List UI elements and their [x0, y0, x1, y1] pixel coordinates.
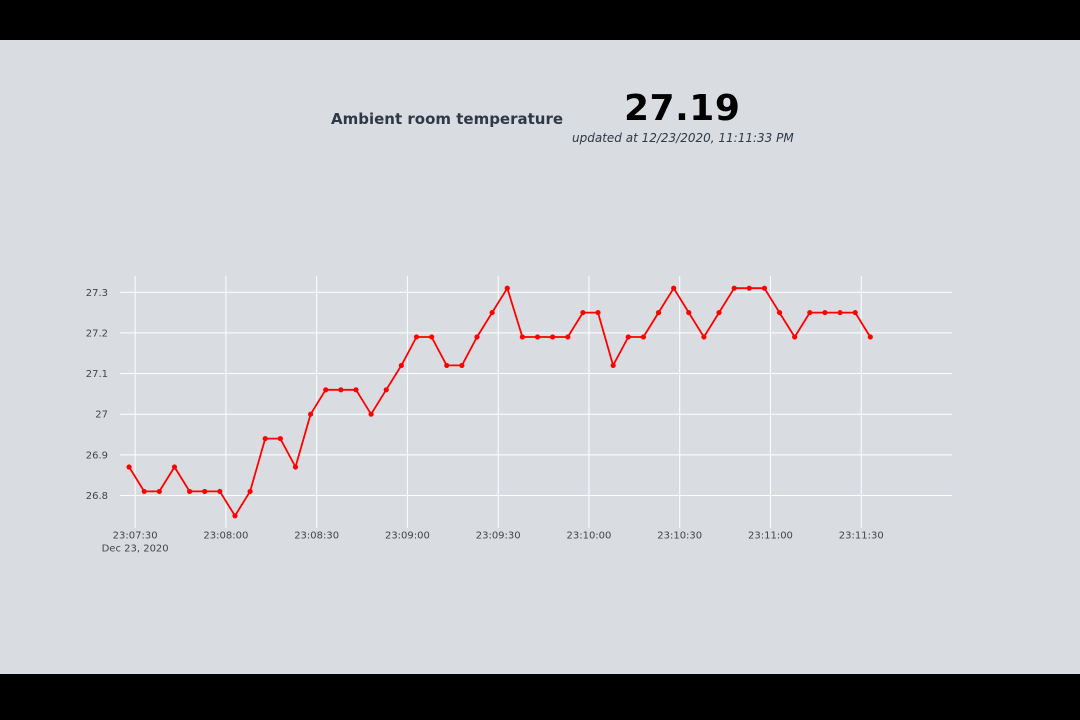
- y-tick-label: 27: [95, 410, 108, 421]
- data-point: [308, 411, 314, 417]
- current-temperature-value: 27.19: [624, 88, 741, 129]
- data-point: [398, 362, 404, 369]
- x-tick-label: 23:11:30: [839, 531, 884, 542]
- series-line: [128, 287, 872, 517]
- chart-title: Ambient room temperature: [331, 110, 564, 128]
- data-point: [368, 411, 374, 417]
- data-point: [822, 309, 828, 316]
- data-point: [474, 334, 480, 340]
- axes: 26.8 26.9 27 27.1 27.2 27.3 23:07:30 Dec 23, 20…: [86, 288, 884, 555]
- data-point: [292, 464, 299, 470]
- data-point: [655, 309, 662, 316]
- data-point: [792, 334, 798, 340]
- x-tick-label: 23:10:00: [566, 531, 611, 542]
- series-temperature: [126, 285, 873, 519]
- x-tick-label: 23:09:00: [385, 531, 430, 542]
- data-point: [565, 334, 571, 340]
- data-point: [867, 334, 873, 340]
- data-point: [852, 309, 858, 316]
- data-point: [247, 488, 253, 495]
- x-tick-label: 23:09:30: [476, 531, 521, 542]
- data-point: [186, 488, 193, 495]
- data-point: [429, 334, 435, 340]
- data-point: [338, 387, 344, 393]
- data-point: [610, 362, 616, 369]
- x-tick-label: 23:10:30: [657, 531, 702, 542]
- data-point: [701, 334, 707, 340]
- letterbox-top: [0, 0, 1080, 40]
- x-tick-sublabel: Dec 23, 2020: [102, 544, 169, 555]
- data-point: [202, 488, 208, 495]
- x-tick-label: 23:11:00: [748, 531, 793, 542]
- data-point: [171, 464, 178, 470]
- data-point: [126, 464, 132, 470]
- data-point: [353, 387, 359, 393]
- data-point: [761, 285, 768, 291]
- data-point: [504, 285, 510, 291]
- data-point: [156, 488, 162, 495]
- data-point: [534, 334, 541, 340]
- last-updated-text: updated at 12/23/2020, 11:11:33 PM: [572, 131, 794, 145]
- data-point: [776, 309, 783, 316]
- data-point: [746, 285, 752, 291]
- x-tick-label: 23:08:00: [203, 531, 248, 542]
- data-point: [232, 513, 238, 519]
- data-point: [580, 309, 586, 316]
- y-tick-label: 27.3: [86, 288, 108, 299]
- data-point: [323, 387, 329, 393]
- data-point: [550, 334, 556, 340]
- data-point: [519, 334, 525, 340]
- data-point: [141, 488, 147, 495]
- y-tick-label: 27.2: [86, 328, 108, 339]
- data-point: [595, 309, 601, 316]
- x-tick-label: 23:07:30: [113, 531, 158, 542]
- data-point: [807, 309, 813, 316]
- data-point: [262, 435, 268, 442]
- letterbox-bottom: [0, 674, 1080, 720]
- data-point: [716, 309, 722, 316]
- data-point: [489, 309, 495, 316]
- data-point: [459, 362, 465, 369]
- data-point: [731, 285, 737, 291]
- y-tick-label: 26.9: [86, 450, 108, 461]
- data-point: [413, 334, 420, 340]
- y-tick-label: 27.1: [86, 369, 108, 380]
- data-point: [217, 488, 223, 495]
- dashboard-panel: 26.8 26.9 27 27.1 27.2 27.3 23:07:30 Dec 23, 20…: [0, 40, 1080, 674]
- data-point: [671, 285, 677, 291]
- data-point: [277, 435, 283, 442]
- x-tick-label: 23:08:30: [294, 531, 339, 542]
- data-point: [383, 387, 389, 393]
- data-point: [640, 334, 647, 340]
- data-point: [686, 309, 692, 316]
- data-point: [444, 362, 450, 369]
- temperature-line-chart: 26.8 26.9 27 27.1 27.2 27.3 23:07:30 Dec 23, 20…: [86, 276, 952, 555]
- data-point: [625, 334, 631, 340]
- y-tick-label: 26.8: [86, 491, 108, 502]
- data-point: [837, 309, 843, 316]
